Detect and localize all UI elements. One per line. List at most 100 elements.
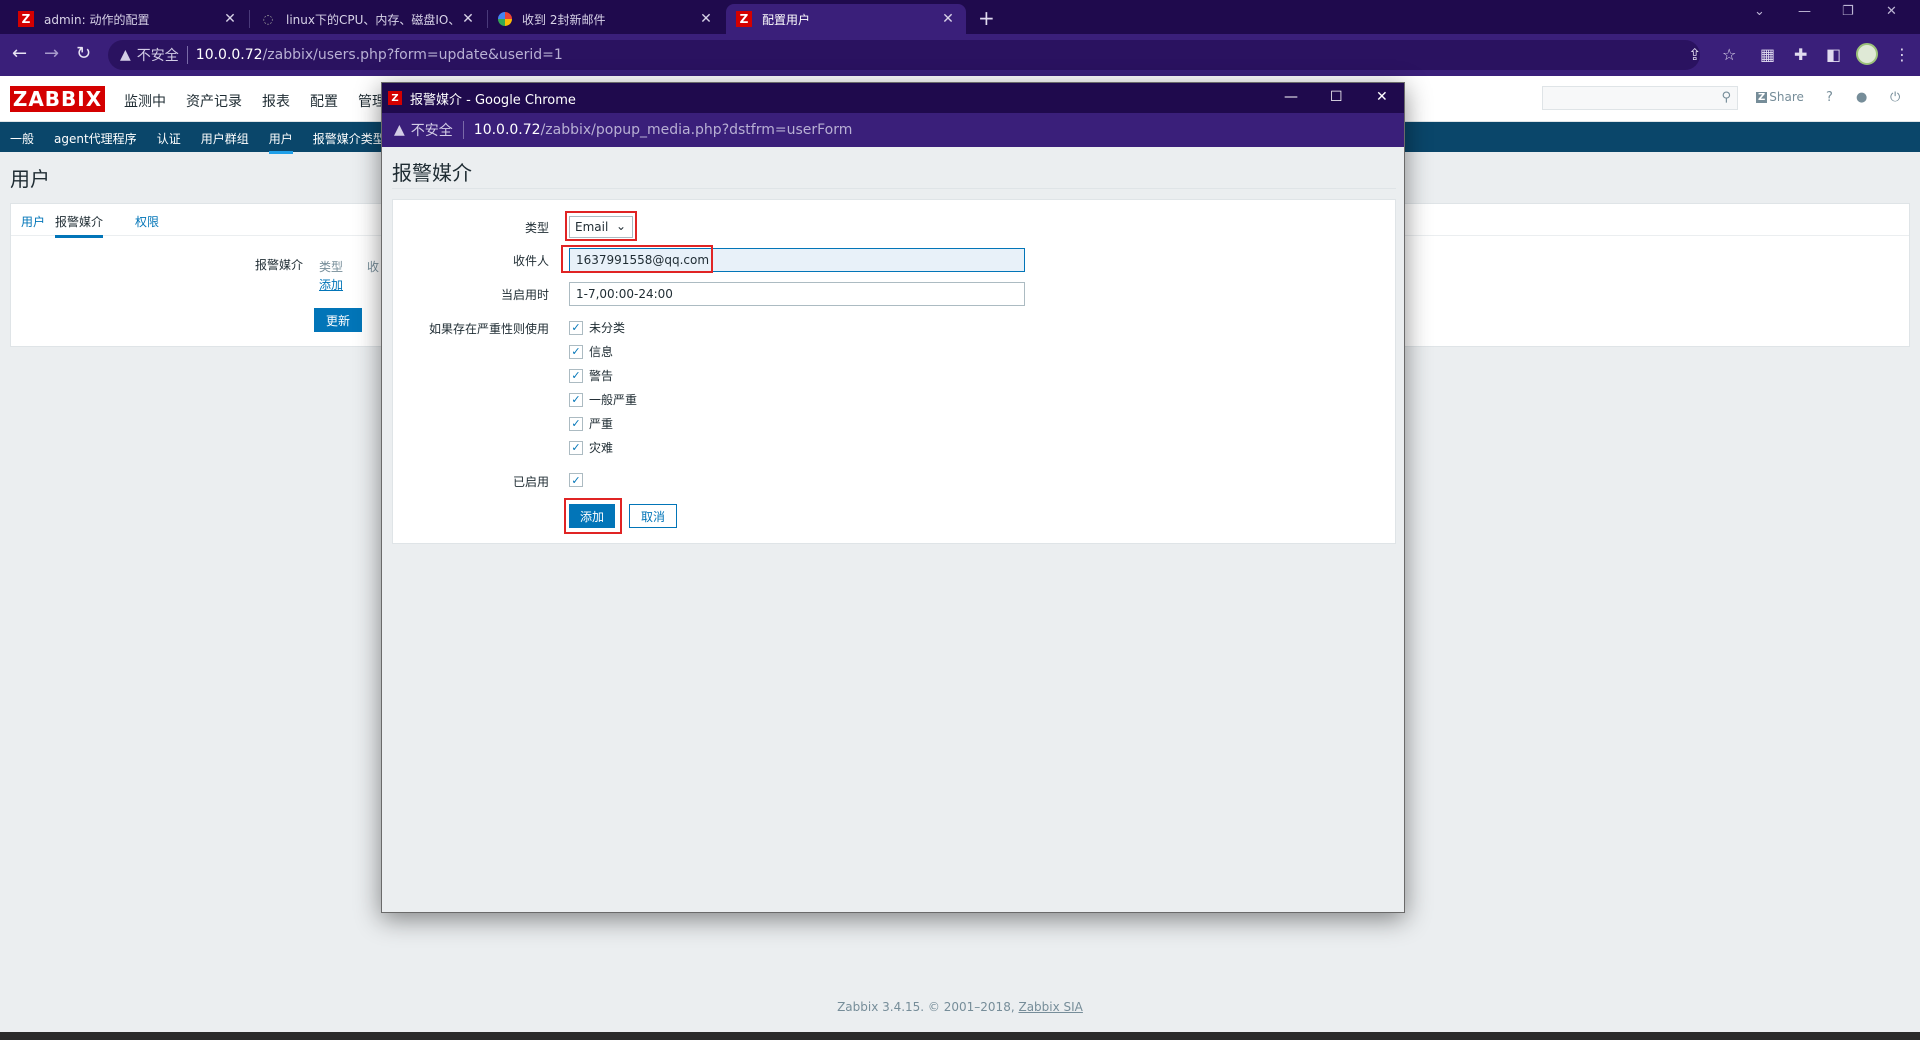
severity-average[interactable]: ✓ 一般严重 [569,391,637,408]
search-icon[interactable]: ⚲ [1721,90,1731,105]
media-popup-window: Z 报警媒介 - Google Chrome — ☐ ✕ ▲ 不安全 10.0.… [381,82,1405,913]
sendto-label: 收件人 [512,254,549,268]
severity-disaster[interactable]: ✓ 灾难 [569,439,613,456]
menu-reports[interactable]: 报表 [262,91,290,111]
cancel-button[interactable]: 取消 [629,504,677,528]
taskbar-strip [0,1032,1920,1040]
maximize-icon[interactable]: ☐ [1330,89,1343,105]
chrome-favicon-icon [498,12,512,26]
period-input[interactable]: 1-7,00:00-24:00 [569,282,1025,306]
address-bar[interactable]: ▲ 不安全 10.0.0.72 /zabbix/users.php?form=u… [108,40,1700,70]
period-value: 1-7,00:00-24:00 [576,287,673,301]
zabbix-logo[interactable]: ZABBIX [10,86,105,112]
checkbox-checked-icon[interactable]: ✓ [569,368,583,383]
sidepanel-icon[interactable]: ◧ [1826,45,1841,64]
zabbix-favicon-icon: Z [18,11,34,27]
checkbox-checked-icon[interactable]: ✓ [569,392,583,407]
submenu-user-groups[interactable]: 用户群组 [201,130,249,154]
menu-monitoring[interactable]: 监测中 [124,91,166,111]
address-path: /zabbix/popup_media.php?dstfrm=userForm [540,122,853,138]
menu-inventory[interactable]: 资产记录 [186,91,242,111]
forward-icon[interactable]: → [44,43,59,64]
profile-avatar[interactable] [1856,43,1878,65]
address-host: 10.0.0.72 [473,122,541,138]
help-button[interactable]: ? [1826,90,1833,105]
update-button[interactable]: 更新 [314,308,362,332]
highlight-box-sendto [561,245,713,273]
checkbox-checked-icon[interactable]: ✓ [569,473,583,487]
footer-link[interactable]: Zabbix SIA [1018,1000,1082,1014]
restore-icon[interactable]: ❐ [1842,4,1854,19]
share-button[interactable]: Z Share [1756,90,1804,104]
severity-warning[interactable]: ✓ 警告 [569,367,613,384]
severity-name: 信息 [589,345,614,359]
severity-label: 如果存在严重性则使用 [428,322,549,336]
enabled-label: 已启用 [512,475,549,489]
severity-not-classified[interactable]: ✓ 未分类 [569,319,625,336]
share-page-icon[interactable]: ⇪ [1688,45,1701,64]
severity-high[interactable]: ✓ 严重 [569,415,613,432]
media-column-sendto: 收 [367,260,380,274]
close-window-icon[interactable]: ✕ [1376,89,1388,105]
highlight-box-type [565,211,637,241]
checkbox-checked-icon[interactable]: ✓ [569,320,583,335]
user-profile-icon[interactable]: ● [1856,90,1867,105]
tab-media[interactable]: 报警媒介 [55,213,104,238]
warning-icon: ▲ [394,122,405,138]
close-window-icon[interactable]: ✕ [1886,4,1897,19]
submenu-general[interactable]: 一般 [10,130,34,154]
browser-tab-users[interactable]: Z 配置用户 ✕ [726,4,966,34]
close-icon[interactable]: ✕ [460,11,476,27]
page-title: 用户 [10,167,50,191]
enabled-checkbox[interactable]: ✓ [569,473,589,487]
browser-tab-mail[interactable]: 收到 2封新邮件 ✕ [488,4,724,34]
period-label: 当启用时 [500,288,549,302]
star-icon[interactable]: ☆ [1722,45,1736,64]
severity-name: 灾难 [589,441,614,455]
address-host: 10.0.0.72 [195,47,263,63]
tab-user[interactable]: 用户 [21,213,45,230]
main-menu: 监测中 资产记录 报表 配置 管理 [124,91,386,111]
severity-name: 警告 [589,369,614,383]
severity-name: 一般严重 [589,393,638,407]
tab-permissions[interactable]: 权限 [135,213,159,230]
popup-window-title: 报警媒介 - Google Chrome [410,92,576,108]
close-icon[interactable]: ✕ [940,11,956,27]
reload-icon[interactable]: ↻ [76,43,91,64]
popup-titlebar: Z 报警媒介 - Google Chrome — ☐ ✕ [382,83,1404,113]
checkbox-checked-icon[interactable]: ✓ [569,344,583,359]
minimize-icon[interactable]: — [1284,89,1298,105]
browser-tab-title: 配置用户 [762,12,811,27]
tab-search-icon[interactable]: ⌄ [1754,4,1765,19]
media-column-type: 类型 [319,260,344,274]
checkbox-checked-icon[interactable]: ✓ [569,416,583,431]
browser-tab-linux[interactable]: ◌ linux下的CPU、内存、磁盘IO、 ✕ [250,4,486,34]
type-label: 类型 [524,221,549,235]
highlight-box-add [564,498,622,534]
reader-icon[interactable]: ▦ [1760,45,1775,64]
logout-icon[interactable]: ⏻ [1890,90,1900,105]
browser-tab-actions[interactable]: Z admin: 动作的配置 ✕ [8,4,248,34]
media-label: 报警媒介 [255,258,304,272]
global-search-input[interactable]: ⚲ [1542,86,1738,110]
minimize-icon[interactable]: — [1798,4,1811,19]
browser-toolbar: ← → ↻ ▲ 不安全 10.0.0.72 /zabbix/users.php?… [0,34,1920,76]
add-media-link[interactable]: 添加 [319,276,343,293]
extensions-icon[interactable]: ✚ [1794,45,1807,64]
new-tab-icon[interactable]: + [978,6,995,30]
submenu-users[interactable]: 用户 [268,130,293,154]
warning-icon: ▲ [120,47,131,63]
close-icon[interactable]: ✕ [698,11,714,27]
back-icon[interactable]: ← [12,43,27,64]
submenu-proxies[interactable]: agent代理程序 [54,130,137,154]
close-icon[interactable]: ✕ [222,11,238,27]
menu-configuration[interactable]: 配置 [310,91,338,111]
submenu-media-types[interactable]: 报警媒介类型 [313,130,385,154]
menu-icon[interactable]: ⋮ [1894,45,1910,64]
checkbox-checked-icon[interactable]: ✓ [569,440,583,455]
media-form: 类型 Email ⌄ 收件人 1637991558@qq.com 当启用时 1-… [392,199,1396,544]
severity-information[interactable]: ✓ 信息 [569,343,613,360]
submenu-authentication[interactable]: 认证 [157,130,181,154]
zabbix-share-icon: Z [1756,91,1768,103]
popup-address-bar[interactable]: ▲ 不安全 10.0.0.72 /zabbix/popup_media.php?… [382,113,1404,147]
